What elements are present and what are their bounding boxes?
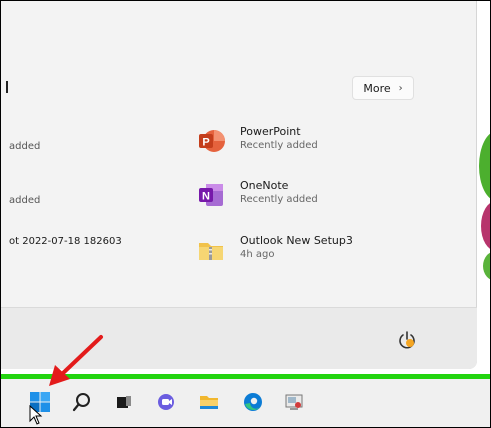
recommended-item-title: Outlook New Setup3 <box>240 234 353 247</box>
recommended-item-onenote[interactable]: N OneNote Recently added <box>197 179 377 211</box>
red-arrow-annotation <box>49 335 103 386</box>
recommended-item-title: OneNote <box>240 179 289 192</box>
recommended-left-item[interactable]: ot 2022-07-18 182603 <box>9 236 122 247</box>
recommended-left-item-subtitle: added <box>9 141 41 152</box>
recommended-item-subtitle: Recently added <box>240 140 318 151</box>
file-explorer-icon[interactable] <box>196 389 222 415</box>
wallpaper-shape <box>483 251 490 281</box>
powerpoint-icon: P <box>199 130 225 152</box>
recommended-item-subtitle: 4h ago <box>240 249 275 260</box>
recommended-item-powerpoint[interactable]: P PowerPoint Recently added <box>197 125 377 157</box>
svg-text:N: N <box>202 191 210 203</box>
recommended-left-item[interactable]: added <box>9 141 40 152</box>
recommended-item-title: PowerPoint <box>240 125 301 138</box>
onenote-icon: N <box>199 184 223 206</box>
search-icon[interactable] <box>69 389 95 415</box>
task-view-icon[interactable] <box>111 389 137 415</box>
start-menu: More › added added ot 2022-07-18 182603 … <box>1 1 477 369</box>
recommended-left-item[interactable]: added <box>9 195 40 206</box>
recommended-heading-fragment <box>6 81 8 93</box>
more-button-label: More <box>363 81 391 95</box>
chat-icon[interactable] <box>153 389 179 415</box>
screenshot-frame: More › added added ot 2022-07-18 182603 … <box>0 0 491 428</box>
app-icon[interactable] <box>281 389 307 415</box>
edge-icon[interactable] <box>240 389 266 415</box>
desktop-wallpaper <box>475 1 490 381</box>
recommended-item-subtitle: Recently added <box>240 194 318 205</box>
wallpaper-shape <box>479 131 490 201</box>
recommended-item-outlook-setup[interactable]: Outlook New Setup3 4h ago <box>197 234 377 266</box>
power-icon[interactable] <box>397 330 417 350</box>
chevron-right-icon: › <box>398 82 403 94</box>
recommended-left-item-title: ot 2022-07-18 182603 <box>9 236 122 247</box>
svg-text:P: P <box>202 137 209 149</box>
more-button[interactable]: More › <box>352 76 414 100</box>
zip-folder-icon <box>199 243 223 260</box>
mouse-cursor-icon <box>29 405 43 425</box>
wallpaper-shape <box>481 201 490 251</box>
recommended-left-item-subtitle: added <box>9 195 41 206</box>
